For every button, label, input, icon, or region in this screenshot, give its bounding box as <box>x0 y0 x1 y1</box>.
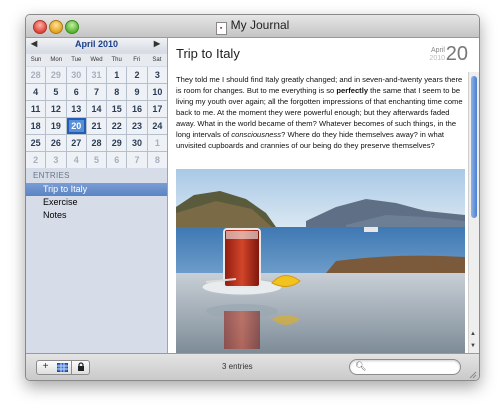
calendar-day[interactable]: 22 <box>107 118 127 134</box>
entry-item-trip-to-italy[interactable]: Trip to Italy <box>26 183 167 196</box>
sidebar: ◀ April 2010 ▶ Sun Mon Tue Wed Thu Fri S… <box>26 38 168 353</box>
calendar-day[interactable]: 28 <box>26 67 46 83</box>
calendar-day[interactable]: 17 <box>147 101 167 117</box>
scrollbar-thumb[interactable] <box>471 76 477 218</box>
calendar-day[interactable]: 8 <box>147 152 167 168</box>
calendar-day[interactable]: 10 <box>147 84 167 100</box>
entry-body-text[interactable]: They told me I should find Italy greatly… <box>176 74 467 151</box>
weekday-label: Wed <box>90 57 103 63</box>
lock-icon <box>77 362 84 371</box>
calendar-weekday-row: Sun Mon Tue Wed Thu Fri Sat <box>26 54 167 66</box>
calendar-grid: 28 29 30 31 1 2 3 4 5 6 7 8 9 10 11 12 1… <box>26 67 167 168</box>
calendar-day[interactable]: 29 <box>46 67 66 83</box>
window-title-wrap: ▪ My Journal <box>26 18 479 35</box>
bottom-toolbar: + 3 entries 🔍︎ <box>26 353 479 380</box>
calendar-day[interactable]: 2 <box>26 152 46 168</box>
calendar-day[interactable]: 1 <box>107 67 127 83</box>
calendar-day[interactable]: 2 <box>127 67 147 83</box>
entry-photo[interactable] <box>176 169 465 353</box>
entry-date-year: 2010 <box>429 55 445 62</box>
calendar-day[interactable]: 29 <box>107 135 127 151</box>
calendar-header: ◀ April 2010 ▶ <box>26 38 167 52</box>
calendar-day[interactable]: 30 <box>66 67 86 83</box>
entry-item-exercise[interactable]: Exercise <box>26 196 167 209</box>
calendar-toggle-button[interactable] <box>54 360 72 375</box>
calendar-day[interactable]: 5 <box>46 84 66 100</box>
calendar-day[interactable]: 7 <box>86 84 107 100</box>
calendar-day[interactable]: 16 <box>127 101 147 117</box>
calendar-day[interactable]: 25 <box>26 135 46 151</box>
calendar-day[interactable]: 23 <box>127 118 147 134</box>
tea-by-the-sea-image <box>176 169 465 353</box>
vertical-scrollbar[interactable]: ▲ ▼ <box>468 72 479 353</box>
calendar-day[interactable]: 21 <box>86 118 107 134</box>
entry-item-notes[interactable]: Notes <box>26 209 167 222</box>
title-bar[interactable]: ▪ My Journal <box>26 15 479 38</box>
weekday-label: Mon <box>50 57 63 63</box>
weekday-label: Fri <box>133 57 141 63</box>
calendar-day[interactable]: 15 <box>107 101 127 117</box>
calendar-day[interactable]: 4 <box>66 152 86 168</box>
calendar-day[interactable]: 12 <box>46 101 66 117</box>
entry-date-day: 20 <box>445 43 468 65</box>
calendar-month-label: April 2010 <box>74 39 119 49</box>
calendar-day[interactable]: 9 <box>127 84 147 100</box>
search-input[interactable] <box>366 361 456 374</box>
calendar-day[interactable]: 26 <box>46 135 66 151</box>
next-month-icon[interactable]: ▶ <box>154 39 160 48</box>
entry-title[interactable]: Trip to Italy <box>176 46 240 61</box>
calendar-day[interactable]: 28 <box>86 135 107 151</box>
calendar-day[interactable]: 19 <box>46 118 66 134</box>
calendar-day[interactable]: 24 <box>147 118 167 134</box>
window-title: My Journal <box>230 18 290 32</box>
search-field[interactable]: 🔍︎ <box>349 359 461 375</box>
calendar-day[interactable]: 3 <box>46 152 66 168</box>
weekday-label: Thu <box>111 57 122 63</box>
entries-section-label: ENTRIES <box>33 171 70 180</box>
journal-doc-icon: ▪ <box>215 22 227 35</box>
weekday-label: Tue <box>71 57 82 63</box>
weekday-label: Sat <box>152 57 162 63</box>
calendar-day[interactable]: 3 <box>147 67 167 83</box>
calendar-day[interactable]: 1 <box>147 135 167 151</box>
calendar-day[interactable]: 27 <box>66 135 86 151</box>
scroll-down-arrow-icon[interactable]: ▼ <box>470 343 476 349</box>
calendar-day[interactable]: 4 <box>26 84 46 100</box>
calendar-grid-icon <box>57 363 68 372</box>
calendar-day[interactable]: 5 <box>86 152 107 168</box>
calendar-day[interactable]: 8 <box>107 84 127 100</box>
calendar-day[interactable]: 11 <box>26 101 46 117</box>
calendar-day[interactable]: 7 <box>127 152 147 168</box>
scroll-up-arrow-icon[interactable]: ▲ <box>470 331 476 337</box>
calendar-day[interactable]: 18 <box>26 118 46 134</box>
calendar-day[interactable]: 13 <box>66 101 86 117</box>
calendar-day[interactable]: 14 <box>86 101 107 117</box>
resize-grip-icon[interactable] <box>468 370 477 379</box>
calendar-day-selected[interactable]: 20 <box>66 118 86 134</box>
journal-window: ▪ My Journal ◀ April 2010 ▶ Sun Mon Tue W… <box>25 14 480 381</box>
entry-pane: Trip to Italy April 2010 20 They told me… <box>168 38 479 353</box>
calendar-day[interactable]: 6 <box>66 84 86 100</box>
weekday-label: Sun <box>30 57 42 63</box>
entries-list: Trip to Italy Exercise Notes <box>26 183 167 222</box>
entry-count: 3 entries <box>222 362 253 371</box>
calendar-day[interactable]: 6 <box>107 152 127 168</box>
calendar-day[interactable]: 30 <box>127 135 147 151</box>
add-entry-button[interactable]: + <box>36 360 55 375</box>
entry-text-bold: perfectly <box>336 86 369 95</box>
lock-button[interactable] <box>72 360 90 375</box>
search-icon: 🔍︎ <box>355 361 367 371</box>
calendar-day[interactable]: 31 <box>86 67 107 83</box>
entry-date-month: April <box>430 47 445 54</box>
entry-text-italic: consciousness <box>231 130 282 139</box>
